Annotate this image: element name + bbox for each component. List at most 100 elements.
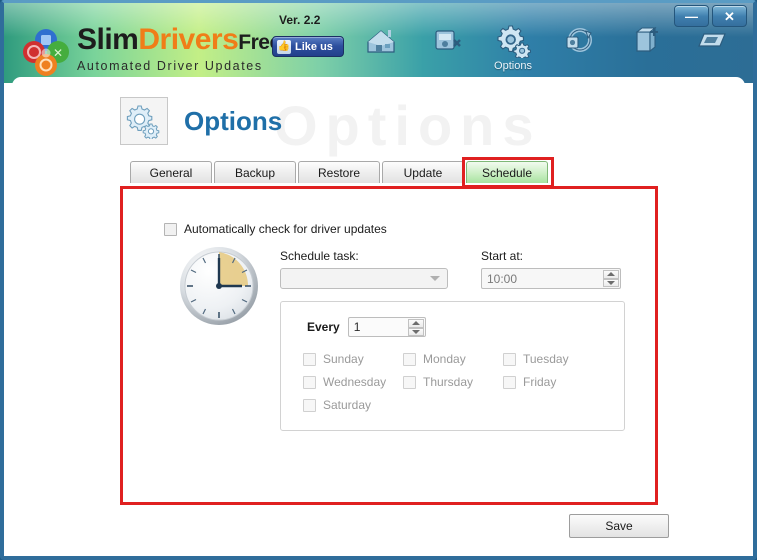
app-header: ✕ SlimDriversFree Ver. 2.2 Automated Dri… xyxy=(4,3,753,83)
tab-schedule[interactable]: Schedule xyxy=(466,161,548,183)
weekday-friday[interactable]: Friday xyxy=(503,375,603,389)
add-driver-icon xyxy=(628,21,662,61)
main-toolbar: Options xyxy=(348,21,753,81)
every-increment-button[interactable] xyxy=(407,319,424,328)
license-card-icon xyxy=(693,21,729,61)
every-row: Every 1 xyxy=(307,317,426,337)
every-value: 1 xyxy=(353,320,361,334)
monday-checkbox[interactable] xyxy=(403,352,416,366)
like-us-label: Like us xyxy=(295,40,333,53)
start-at-value: 10:00 xyxy=(487,271,518,286)
brand-slim: Slim xyxy=(77,23,139,56)
tab-schedule-wrapper: Schedule xyxy=(462,157,554,188)
weekday-monday[interactable]: Monday xyxy=(403,352,503,366)
brand-drivers: Drivers xyxy=(138,23,239,56)
arrow-down-icon xyxy=(607,280,615,285)
like-us-button[interactable]: 👍 Like us xyxy=(272,36,344,57)
four-petal-flower-logo-icon: ✕ xyxy=(20,28,72,78)
tuesday-checkbox[interactable] xyxy=(503,352,516,366)
thursday-checkbox[interactable] xyxy=(403,375,416,389)
toolbar-item-license[interactable] xyxy=(678,21,744,81)
sunday-label: Sunday xyxy=(323,352,364,366)
weekday-row: Saturday xyxy=(303,398,603,412)
tab-backup-label: Backup xyxy=(234,165,276,180)
page-title: Options xyxy=(184,105,283,136)
chevron-down-icon xyxy=(430,276,440,281)
tab-update[interactable]: Update xyxy=(382,161,464,183)
weekday-checkbox-grid: Sunday Monday Tuesday Wednesday Thursday… xyxy=(303,352,603,421)
svg-text:✕: ✕ xyxy=(53,46,63,60)
auto-check-row[interactable]: Automatically check for driver updates xyxy=(164,222,387,236)
weekday-saturday[interactable]: Saturday xyxy=(303,398,407,412)
save-button[interactable]: Save xyxy=(569,514,669,538)
saturday-label: Saturday xyxy=(323,398,372,412)
thumbs-up-icon: 👍 xyxy=(277,39,291,54)
toolbar-item-backup-drivers[interactable] xyxy=(414,21,480,81)
every-decrement-button[interactable] xyxy=(407,327,424,336)
home-icon xyxy=(364,21,398,61)
schedule-content-panel: Automatically check for driver updates S… xyxy=(123,189,655,502)
start-at-decrement-button[interactable] xyxy=(603,278,619,287)
friday-label: Friday xyxy=(523,375,557,389)
tab-restore[interactable]: Restore xyxy=(298,161,380,183)
schedule-task-group: Schedule task: xyxy=(280,249,448,289)
brand-wordmark: SlimDriversFree Ver. 2.2 Automated Drive… xyxy=(77,14,320,73)
save-button-label: Save xyxy=(605,519,633,533)
arrow-down-icon xyxy=(411,329,420,334)
arrow-up-icon xyxy=(607,272,615,277)
wednesday-checkbox[interactable] xyxy=(303,375,316,389)
toolbar-item-home[interactable] xyxy=(348,21,414,81)
monday-label: Monday xyxy=(423,352,466,366)
tuesday-label: Tuesday xyxy=(523,352,569,366)
close-icon: ✕ xyxy=(724,8,735,24)
start-at-increment-button[interactable] xyxy=(603,270,619,279)
weekday-wednesday[interactable]: Wednesday xyxy=(303,375,403,389)
auto-check-checkbox[interactable] xyxy=(164,222,177,236)
tab-general[interactable]: General xyxy=(130,161,212,183)
application-window: ✕ SlimDriversFree Ver. 2.2 Automated Dri… xyxy=(0,0,757,560)
toolbar-item-user[interactable] xyxy=(744,21,753,81)
arrow-up-icon xyxy=(411,321,420,326)
weekday-sunday[interactable]: Sunday xyxy=(303,352,403,366)
tab-backup[interactable]: Backup xyxy=(214,161,296,183)
every-stepper[interactable] xyxy=(407,319,424,336)
saturday-checkbox[interactable] xyxy=(303,398,316,412)
sunday-checkbox[interactable] xyxy=(303,352,316,366)
brand-version: Ver. 2.2 xyxy=(279,13,321,27)
every-stepper-input[interactable]: 1 xyxy=(347,317,426,337)
start-at-group: Start at: 10:00 xyxy=(481,249,621,289)
tab-update-label: Update xyxy=(403,165,443,180)
content-panel: Options Options General Backup Restore U… xyxy=(12,77,745,551)
toolbar-label-options: Options xyxy=(494,60,532,72)
analog-clock-icon xyxy=(178,245,260,327)
recurrence-groupbox: Every 1 Sunday Monday Tuesday Wednesday … xyxy=(280,301,625,431)
weekday-row: Sunday Monday Tuesday xyxy=(303,352,603,366)
weekday-thursday[interactable]: Thursday xyxy=(403,375,503,389)
weekday-tuesday[interactable]: Tuesday xyxy=(503,352,603,366)
minimize-icon: — xyxy=(685,8,698,24)
page-watermark: Options xyxy=(274,94,542,157)
close-button[interactable]: ✕ xyxy=(712,5,747,27)
tab-restore-label: Restore xyxy=(317,165,361,180)
gear-options-icon xyxy=(494,21,532,61)
toolbar-item-add-driver[interactable] xyxy=(612,21,678,81)
tab-general-label: General xyxy=(149,165,193,180)
wednesday-label: Wednesday xyxy=(323,375,387,389)
toolbar-item-options[interactable]: Options xyxy=(480,21,546,81)
schedule-task-dropdown[interactable] xyxy=(280,268,448,289)
options-tabs: General Backup Restore Update Schedule xyxy=(130,157,554,188)
brand-tagline: Automated Driver Updates xyxy=(77,59,263,73)
backup-drivers-icon xyxy=(430,21,464,61)
tab-schedule-label: Schedule xyxy=(481,165,533,180)
window-controls: — ✕ xyxy=(674,5,747,27)
schedule-task-label: Schedule task: xyxy=(280,249,359,263)
friday-checkbox[interactable] xyxy=(503,375,516,389)
restore-sync-icon xyxy=(562,21,596,61)
minimize-button[interactable]: — xyxy=(674,5,709,27)
toolbar-item-restore[interactable] xyxy=(546,21,612,81)
weekday-row: Wednesday Thursday Friday xyxy=(303,375,603,389)
auto-check-label: Automatically check for driver updates xyxy=(184,222,387,236)
start-at-stepper[interactable] xyxy=(603,270,619,287)
every-label: Every xyxy=(307,320,340,334)
start-at-time-input[interactable]: 10:00 xyxy=(481,268,621,289)
